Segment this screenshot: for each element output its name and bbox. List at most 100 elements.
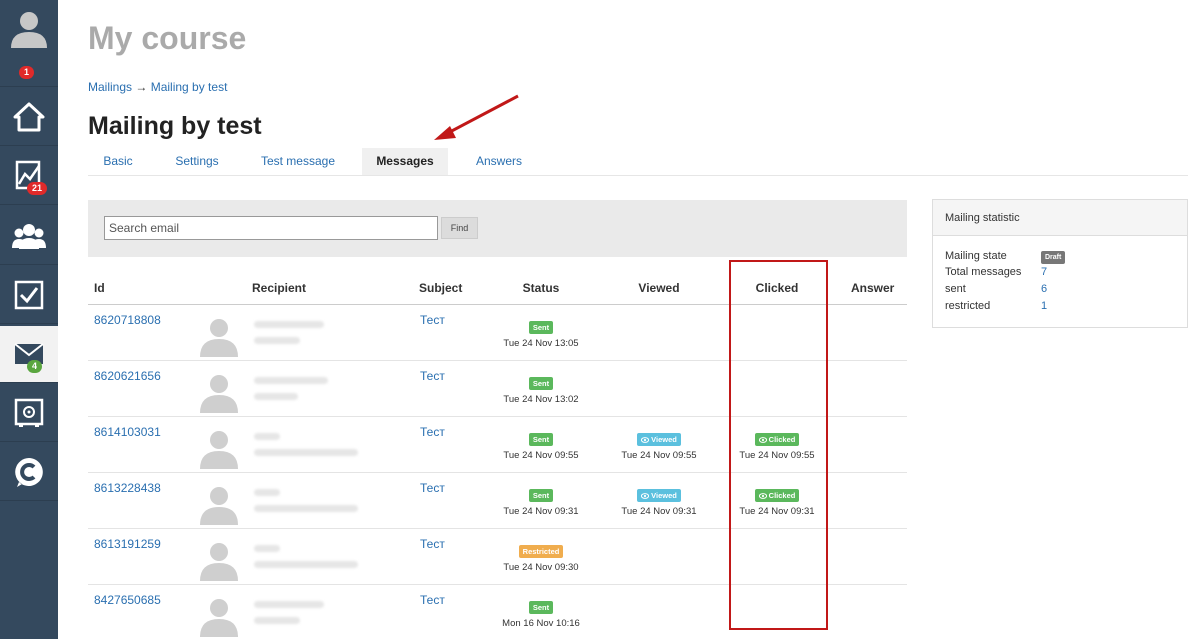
eye-icon — [641, 491, 651, 500]
status-badge: Sent — [528, 321, 554, 334]
user-avatar-icon — [11, 12, 47, 48]
mailing-title: Mailing by test — [88, 112, 262, 140]
header-subject[interactable]: Subject — [419, 272, 462, 304]
viewed-label: Viewed — [651, 491, 677, 500]
sidebar-home[interactable] — [0, 88, 58, 146]
subject-link[interactable]: Тест — [420, 369, 445, 383]
sidebar: 1 21 4 — [0, 0, 58, 639]
status-cell: Sent Tue 24 Nov 13:02 — [481, 373, 601, 405]
stat-label-total: Total messages — [945, 266, 1022, 278]
stat-label-state: Mailing state — [945, 250, 1007, 262]
stat-value-restricted[interactable]: 1 — [1041, 300, 1047, 312]
status-cell: Restricted Tue 24 Nov 09:30 — [481, 541, 601, 573]
clicked-column-highlight — [729, 260, 828, 630]
sidebar-safe[interactable] — [0, 384, 58, 442]
tab-messages[interactable]: Messages — [362, 148, 448, 175]
subject-link[interactable]: Тест — [420, 593, 445, 607]
eye-icon — [641, 435, 651, 444]
status-date: Tue 24 Nov 13:05 — [503, 338, 579, 349]
stats-badge: 21 — [27, 182, 48, 195]
status-badge: Sent — [528, 601, 554, 614]
subject-link[interactable]: Тест — [420, 481, 445, 495]
notification-badge: 1 — [19, 66, 35, 79]
subject-link[interactable]: Тест — [420, 537, 445, 551]
breadcrumb-current-link[interactable]: Mailing by test — [151, 80, 228, 94]
status-cell: Sent Tue 24 Nov 09:55 — [481, 429, 601, 461]
recipient-avatar-icon — [200, 431, 238, 469]
viewed-badge: Viewed — [637, 433, 681, 446]
home-icon — [13, 102, 45, 131]
search-input[interactable] — [104, 216, 438, 240]
message-id-link[interactable]: 8613191259 — [94, 537, 161, 551]
header-id[interactable]: Id — [94, 272, 105, 304]
find-button[interactable]: Find — [441, 217, 478, 239]
sidebar-users[interactable] — [0, 207, 58, 265]
viewed-date: Tue 24 Nov 09:55 — [621, 450, 697, 461]
sidebar-profile[interactable]: 1 — [0, 0, 58, 87]
recipient-avatar-icon — [200, 487, 238, 525]
tab-answers[interactable]: Answers — [464, 148, 534, 175]
stat-label-sent: sent — [945, 283, 966, 295]
breadcrumb-separator: → — [135, 80, 148, 94]
status-date: Mon 16 Nov 10:16 — [502, 618, 580, 629]
chat-logo-icon — [15, 457, 43, 487]
status-date: Tue 24 Nov 09:30 — [503, 562, 579, 573]
tab-basic[interactable]: Basic — [88, 148, 148, 175]
message-id-link[interactable]: 8427650685 — [94, 593, 161, 607]
recipient-avatar-icon — [200, 319, 238, 357]
sidebar-chat[interactable] — [0, 443, 58, 501]
subject-link[interactable]: Тест — [420, 313, 445, 327]
breadcrumb: Mailings → Mailing by test — [88, 80, 227, 94]
users-icon — [12, 223, 46, 249]
status-badge: Sent — [528, 433, 554, 446]
breadcrumb-mailings-link[interactable]: Mailings — [88, 80, 132, 94]
viewed-badge: Viewed — [637, 489, 681, 502]
tab-bar: Basic Settings Test message Messages Ans… — [88, 148, 1188, 176]
viewed-cell: Viewed Tue 24 Nov 09:55 — [599, 429, 719, 461]
status-badge: Sent — [528, 489, 554, 502]
tab-settings[interactable]: Settings — [162, 148, 232, 175]
subject-link[interactable]: Тест — [420, 425, 445, 439]
header-viewed[interactable]: Viewed — [599, 272, 719, 304]
tab-test-message[interactable]: Test message — [250, 148, 346, 175]
recipient-details-blurred — [248, 537, 376, 577]
search-bar: Find — [88, 200, 907, 257]
checkbox-icon — [14, 280, 44, 309]
status-badge: Restricted — [518, 545, 564, 558]
stat-value-total[interactable]: 7 — [1041, 266, 1047, 278]
viewed-date: Tue 24 Nov 09:31 — [621, 506, 697, 517]
message-id-link[interactable]: 8614103031 — [94, 425, 161, 439]
stat-value-state: Draft — [1041, 250, 1066, 264]
status-cell: Sent Tue 24 Nov 09:31 — [481, 485, 601, 517]
recipient-avatar-icon — [200, 543, 238, 581]
recipient-details-blurred — [248, 313, 376, 353]
stat-value-sent[interactable]: 6 — [1041, 283, 1047, 295]
status-date: Tue 24 Nov 09:55 — [503, 450, 579, 461]
page-title: My course — [88, 20, 247, 56]
header-recipient[interactable]: Recipient — [252, 272, 306, 304]
message-id-link[interactable]: 8613228438 — [94, 481, 161, 495]
message-id-link[interactable]: 8620621656 — [94, 369, 161, 383]
stat-label-restricted: restricted — [945, 300, 991, 312]
sidebar-mail[interactable]: 4 — [0, 326, 58, 383]
recipient-details-blurred — [248, 481, 376, 521]
header-answer[interactable]: Answer — [851, 272, 894, 304]
safe-icon — [14, 398, 44, 427]
viewed-cell: Viewed Tue 24 Nov 09:31 — [599, 485, 719, 517]
status-cell: Sent Tue 24 Nov 13:05 — [481, 317, 601, 349]
status-badge: Sent — [528, 377, 554, 390]
viewed-label: Viewed — [651, 435, 677, 444]
mailing-statistic-panel: Mailing statistic Mailing state Draft To… — [932, 199, 1188, 328]
sidebar-stats[interactable]: 21 — [0, 147, 58, 205]
message-id-link[interactable]: 8620718808 — [94, 313, 161, 327]
recipient-avatar-icon — [200, 375, 238, 413]
mail-badge: 4 — [27, 360, 43, 373]
status-date: Tue 24 Nov 13:02 — [503, 394, 579, 405]
status-cell: Sent Mon 16 Nov 10:16 — [481, 597, 601, 629]
header-status[interactable]: Status — [481, 272, 601, 304]
recipient-details-blurred — [248, 369, 376, 409]
recipient-details-blurred — [248, 593, 376, 633]
recipient-avatar-icon — [200, 599, 238, 637]
draft-badge: Draft — [1041, 251, 1066, 264]
sidebar-tasks[interactable] — [0, 266, 58, 324]
